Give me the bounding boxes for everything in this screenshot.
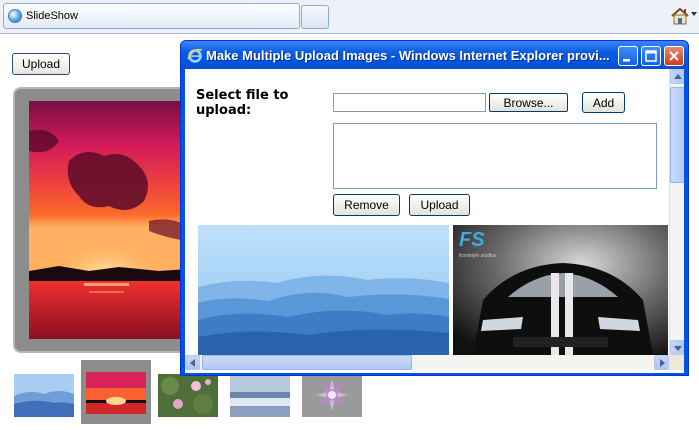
home-dropdown-icon[interactable] xyxy=(691,12,697,16)
scrollbar-corner xyxy=(669,355,684,370)
gallery-image-blue-mountains xyxy=(198,225,449,355)
vertical-scroll-thumb[interactable] xyxy=(670,87,684,183)
remove-button[interactable]: Remove xyxy=(333,194,400,216)
popup-window: Make Multiple Upload Images - Windows In… xyxy=(180,40,689,376)
scroll-left-button[interactable] xyxy=(185,355,200,370)
horizontal-scrollbar[interactable] xyxy=(185,355,669,370)
scroll-left-icon xyxy=(190,359,195,367)
select-file-label: Select file to upload: xyxy=(196,88,289,118)
new-tab-button[interactable] xyxy=(301,5,329,29)
popup-title-bar[interactable]: Make Multiple Upload Images - Windows In… xyxy=(181,41,688,69)
add-button[interactable]: Add xyxy=(582,92,625,113)
slideshow-main-image xyxy=(29,101,189,339)
scroll-up-button[interactable] xyxy=(670,69,684,84)
ie-page-icon xyxy=(8,9,22,23)
minimize-icon xyxy=(623,59,630,62)
close-button[interactable] xyxy=(664,46,684,66)
maximize-icon xyxy=(645,50,657,62)
popup-content: Select file to upload: Browse... Add Rem… xyxy=(185,69,684,373)
scroll-down-button[interactable] xyxy=(670,340,684,355)
close-icon xyxy=(669,51,679,61)
vertical-scrollbar[interactable] xyxy=(669,69,684,355)
slideshow-frame xyxy=(13,87,195,353)
thumbnail-purple-flower[interactable] xyxy=(302,374,362,417)
file-list-box[interactable] xyxy=(333,123,657,189)
file-path-input[interactable] xyxy=(333,93,486,112)
browse-button[interactable]: Browse... xyxy=(489,93,568,112)
tab-title: SlideShow xyxy=(26,10,78,22)
home-icon xyxy=(671,7,689,25)
ie-logo-icon xyxy=(187,48,203,63)
thumbnail-winter-trees[interactable] xyxy=(230,374,290,417)
scroll-up-icon xyxy=(674,74,682,79)
popup-title: Make Multiple Upload Images - Windows In… xyxy=(206,48,610,63)
home-button[interactable] xyxy=(669,6,691,26)
studio-logo: FS xyxy=(459,229,485,251)
maximize-button[interactable] xyxy=(641,46,661,66)
gallery-image-sports-car: FS frontstyle studios xyxy=(453,225,668,355)
thumbnail-sunset-image xyxy=(86,372,146,414)
upload-button[interactable]: Upload xyxy=(12,53,70,75)
thumbnail-sunset-selected[interactable] xyxy=(81,360,151,424)
thumbnail-water-lilies[interactable] xyxy=(158,374,218,417)
studio-logo-caption: frontstyle studios xyxy=(459,253,497,259)
horizontal-scroll-thumb[interactable] xyxy=(202,355,412,370)
scroll-right-button[interactable] xyxy=(654,355,669,370)
browser-tab-bar: SlideShow xyxy=(0,0,699,34)
browser-tab-slideshow[interactable]: SlideShow xyxy=(3,3,300,29)
minimize-button[interactable] xyxy=(618,46,638,66)
thumbnail-blue-mountains[interactable] xyxy=(14,374,74,417)
popup-upload-button[interactable]: Upload xyxy=(409,194,470,216)
scroll-down-icon xyxy=(674,346,682,351)
scroll-right-icon xyxy=(660,359,665,367)
